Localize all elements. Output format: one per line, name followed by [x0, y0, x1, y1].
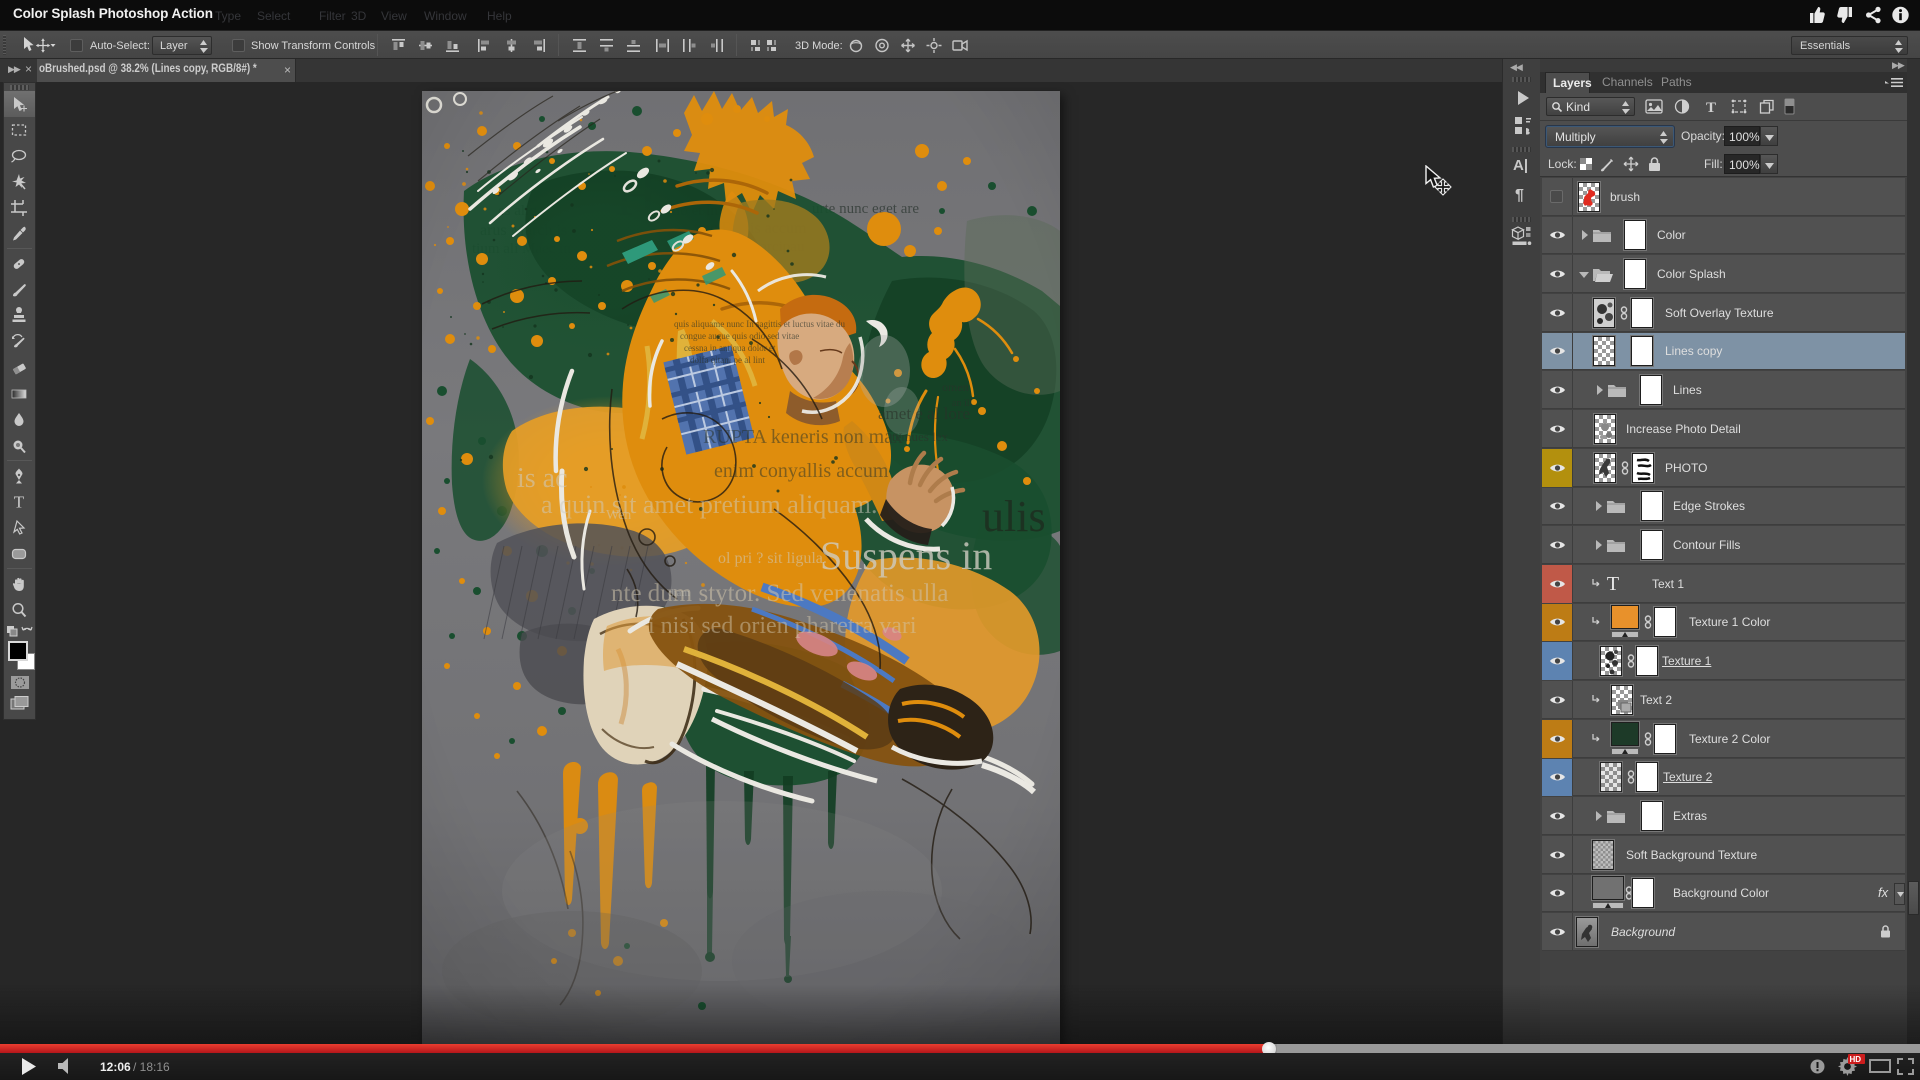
svg-text:T: T — [14, 493, 25, 511]
svg-text:T: T — [1607, 573, 1619, 595]
svg-text:T: T — [1706, 100, 1716, 115]
